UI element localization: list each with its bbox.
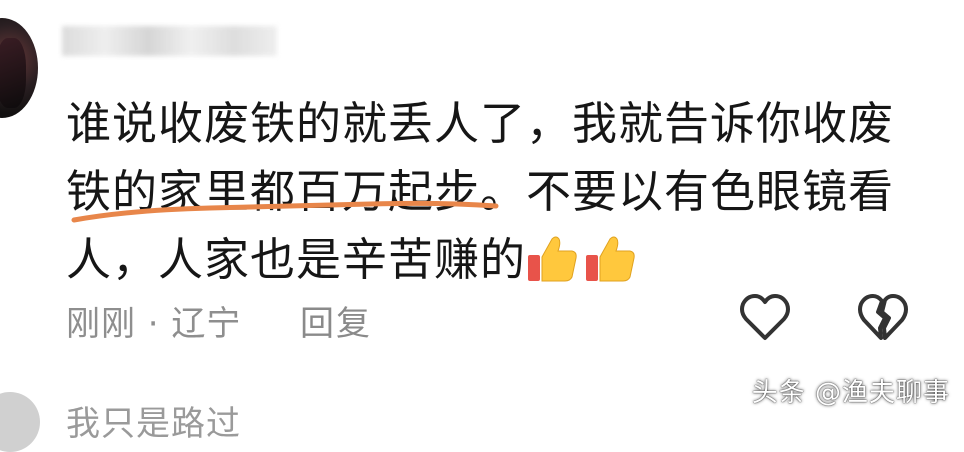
comment-line-text: 人，人家也是辛苦赚的 [66,233,527,286]
broken-heart-icon[interactable] [856,292,910,344]
comment-text: 谁说收废铁的就丢人了，我就告诉你收废 铁的家里都百万起步。不要以有色眼镜看 人，… [66,90,926,294]
watermark: 头条 @渔夫聊事 [751,378,950,408]
username-blurred [62,26,277,56]
thumbs-up-icon [528,236,577,282]
comment-line: 人，人家也是辛苦赚的 [66,226,926,294]
next-commenter-avatar[interactable] [0,392,40,452]
comment-line: 谁说收废铁的就丢人了，我就告诉你收废 [66,97,895,150]
heart-outline-icon[interactable] [738,292,792,344]
next-comment-preview: 我只是路过 [66,404,241,444]
avatar-image [0,38,26,108]
hand-drawn-underline [71,200,499,223]
commenter-avatar[interactable] [0,18,38,118]
thumbs-up-icon [586,236,635,282]
reply-button[interactable]: 回复 [300,296,372,345]
comment-time-location: 刚刚 · 辽宁 [66,304,242,344]
